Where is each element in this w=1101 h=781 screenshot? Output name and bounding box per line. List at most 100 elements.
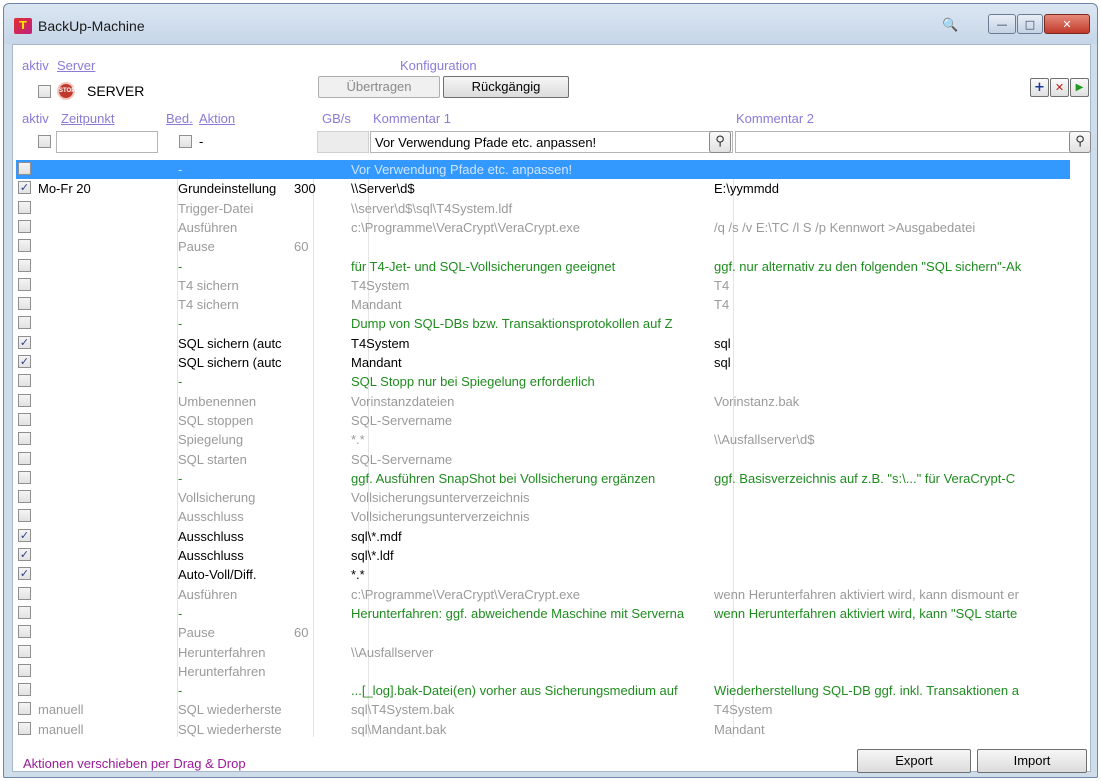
row-aktion[interactable]: Grundeinstellung [178, 181, 294, 196]
row-kommentar1[interactable]: für T4-Jet- und SQL-Vollsicherungen geei… [351, 259, 711, 274]
row-aktiv-checkbox[interactable]: ✓ [18, 567, 31, 581]
row-aktion[interactable]: Herunterfahren [178, 664, 294, 679]
table-row[interactable]: Ausschluss Vollsicherungsunterverzeichnis [16, 507, 1070, 526]
table-row[interactable]: - Herunterfahren: ggf. abweichende Maschi… [16, 604, 1070, 623]
table-row[interactable]: Umbenennen Vorinstanzdateien Vorinstanz.ba… [16, 392, 1070, 411]
row-kommentar1[interactable]: Mandant [351, 355, 711, 370]
table-row[interactable]: T4 sichern T4System T4 [16, 276, 1070, 295]
row-kommentar1[interactable]: sql\*.ldf [351, 548, 711, 563]
row-aktion[interactable]: Ausschluss [178, 529, 294, 544]
import-button[interactable]: Import [977, 749, 1087, 773]
table-row[interactable]: - für T4-Jet- und SQL-Vollsicherungen gee… [16, 257, 1070, 276]
row-aktiv-checkbox[interactable] [18, 432, 31, 446]
row-kommentar2[interactable]: ggf. Basisverzeichnis auf z.B. "s:\..." … [714, 471, 1070, 486]
row-kommentar1[interactable]: sql\Mandant.bak [351, 722, 711, 737]
table-row[interactable]: Pause 60 [16, 237, 1070, 256]
row-aktiv-checkbox[interactable]: ✓ [18, 528, 31, 542]
row-kommentar1[interactable]: Vollsicherungsunterverzeichnis [351, 509, 711, 524]
table-row[interactable]: - ggf. Ausführen SnapShot bei Vollsicheru… [16, 469, 1070, 488]
row-aktion[interactable]: - [178, 316, 294, 331]
row-zeitpunkt[interactable]: Mo-Fr 20 [38, 181, 156, 196]
row-aktion[interactable]: Ausführen [178, 587, 294, 602]
row-kommentar1[interactable]: sql\*.mdf [351, 529, 711, 544]
row-aktion[interactable]: Vollsicherung [178, 490, 294, 505]
row-aktion[interactable]: Auto-Voll/Diff. [178, 567, 294, 582]
row-aktiv-checkbox[interactable] [18, 258, 31, 272]
table-row[interactable]: SQL starten SQL-Servername [16, 450, 1070, 469]
row-kommentar1[interactable]: \\Ausfallserver [351, 645, 711, 660]
row-kommentar1[interactable]: *.* [351, 567, 711, 582]
row-kommentar1[interactable]: SQL Stopp nur bei Spiegelung erforderlic… [351, 374, 711, 389]
search-kommentar2-icon[interactable]: ⚲ [1069, 131, 1091, 153]
row-aktiv-checkbox[interactable] [18, 412, 31, 426]
server-aktiv-checkbox[interactable] [38, 85, 51, 98]
table-row[interactable]: - ...[_log].bak-Datei(en) vorher aus Sich… [16, 681, 1070, 700]
row-aktion[interactable]: - [178, 259, 294, 274]
table-row[interactable]: ✓ SQL sichern (autc T4System sql [16, 334, 1070, 353]
row-kommentar2[interactable]: E:\yymmdd [714, 181, 1070, 196]
row-aktiv-checkbox[interactable] [18, 663, 31, 677]
row-kommentar2[interactable]: sql [714, 355, 1070, 370]
col-zeitpunkt[interactable]: Zeitpunkt [61, 111, 114, 126]
row-aktiv-checkbox[interactable] [18, 316, 31, 330]
row-kommentar2[interactable]: wenn Herunterfahren aktiviert wird, kann… [714, 587, 1070, 602]
server-name[interactable]: SERVER [87, 83, 144, 99]
run-icon[interactable]: ▶ [1070, 78, 1089, 97]
row-aktiv-checkbox[interactable] [18, 721, 31, 735]
table-row[interactable]: ✓ Auto-Voll/Diff. *.* [16, 565, 1070, 584]
row-aktion[interactable]: Ausschluss [178, 548, 294, 563]
filter-bed-checkbox[interactable] [179, 135, 192, 148]
filter-kommentar1-input[interactable]: Vor Verwendung Pfade etc. anpassen! [370, 131, 733, 153]
row-aktion[interactable]: Umbenennen [178, 394, 294, 409]
row-gbs[interactable]: 300 [294, 181, 346, 196]
row-aktiv-checkbox[interactable] [18, 702, 31, 716]
row-aktion[interactable]: Herunterfahren [178, 645, 294, 660]
row-kommentar1[interactable]: Dump von SQL-DBs bzw. Transaktionsprotok… [351, 316, 711, 331]
row-kommentar1[interactable]: *.* [351, 432, 711, 447]
row-kommentar2[interactable]: Wiederherstellung SQL-DB ggf. inkl. Tran… [714, 683, 1070, 698]
close-button[interactable]: ✕ [1044, 14, 1090, 34]
row-aktion[interactable]: SQL sichern (autc [178, 355, 294, 370]
row-aktiv-checkbox[interactable] [18, 644, 31, 658]
delete-icon[interactable]: ✕ [1050, 78, 1069, 97]
row-aktiv-checkbox[interactable]: ✓ [18, 181, 31, 195]
row-aktion[interactable]: - [178, 162, 294, 177]
table-row[interactable]: ✓ Ausschluss sql\*.mdf [16, 527, 1070, 546]
title-bar[interactable]: T BackUp-Machine 🔍 — □ ✕ [4, 4, 1097, 44]
table-row[interactable]: - Vor Verwendung Pfade etc. anpassen! [16, 160, 1070, 179]
row-kommentar1[interactable]: c:\Programme\VeraCrypt\VeraCrypt.exe [351, 587, 711, 602]
filter-aktion-input[interactable]: - [195, 131, 315, 153]
row-aktiv-checkbox[interactable]: ✓ [18, 548, 31, 561]
export-button[interactable]: Export [857, 749, 971, 773]
table-row[interactable]: - Dump von SQL-DBs bzw. Transaktionsproto… [16, 314, 1070, 333]
row-zeitpunkt[interactable]: manuell [38, 722, 156, 737]
row-aktion[interactable]: Ausschluss [178, 509, 294, 524]
row-aktion[interactable]: SQL wiederherste [178, 702, 294, 717]
row-kommentar2[interactable]: wenn Herunterfahren aktiviert wird, kann… [714, 606, 1070, 621]
row-aktion[interactable]: - [178, 683, 294, 698]
row-kommentar1[interactable]: T4System [351, 278, 711, 293]
add-icon[interactable]: + [1030, 78, 1049, 97]
row-kommentar2[interactable]: ggf. nur alternativ zu den folgenden "SQ… [714, 259, 1070, 274]
table-row[interactable]: Pause 60 [16, 623, 1070, 642]
row-gbs[interactable]: 60 [294, 625, 346, 640]
table-row[interactable]: ✓ Mo-Fr 20 Grundeinstellung 300 \\Server\d$ E… [16, 179, 1070, 198]
uebertragen-button[interactable]: Übertragen [318, 76, 440, 98]
row-aktion[interactable]: SQL wiederherste [178, 722, 294, 737]
row-aktiv-checkbox[interactable]: ✓ [18, 355, 31, 368]
row-aktion[interactable]: SQL starten [178, 452, 294, 467]
minimize-button[interactable]: — [988, 14, 1016, 34]
row-aktiv-checkbox[interactable] [18, 393, 31, 407]
table-row[interactable]: Spiegelung *.* \\Ausfallserver\d$ [16, 430, 1070, 449]
row-aktion[interactable]: Trigger-Datei [178, 201, 294, 216]
row-kommentar2[interactable]: \\Ausfallserver\d$ [714, 432, 1070, 447]
table-row[interactable]: manuell SQL wiederherste sql\Mandant.bak Ma… [16, 720, 1070, 737]
rueckgaengig-button[interactable]: Rückgängig [443, 76, 569, 98]
row-aktiv-checkbox[interactable] [18, 374, 31, 388]
col-aktion[interactable]: Aktion [199, 111, 235, 126]
stop-icon[interactable]: STOP [57, 82, 75, 100]
row-aktiv-checkbox[interactable] [18, 470, 31, 484]
table-row[interactable]: Herunterfahren [16, 662, 1070, 681]
row-kommentar1[interactable]: T4System [351, 336, 711, 351]
row-kommentar1[interactable]: sql\T4System.bak [351, 702, 711, 717]
